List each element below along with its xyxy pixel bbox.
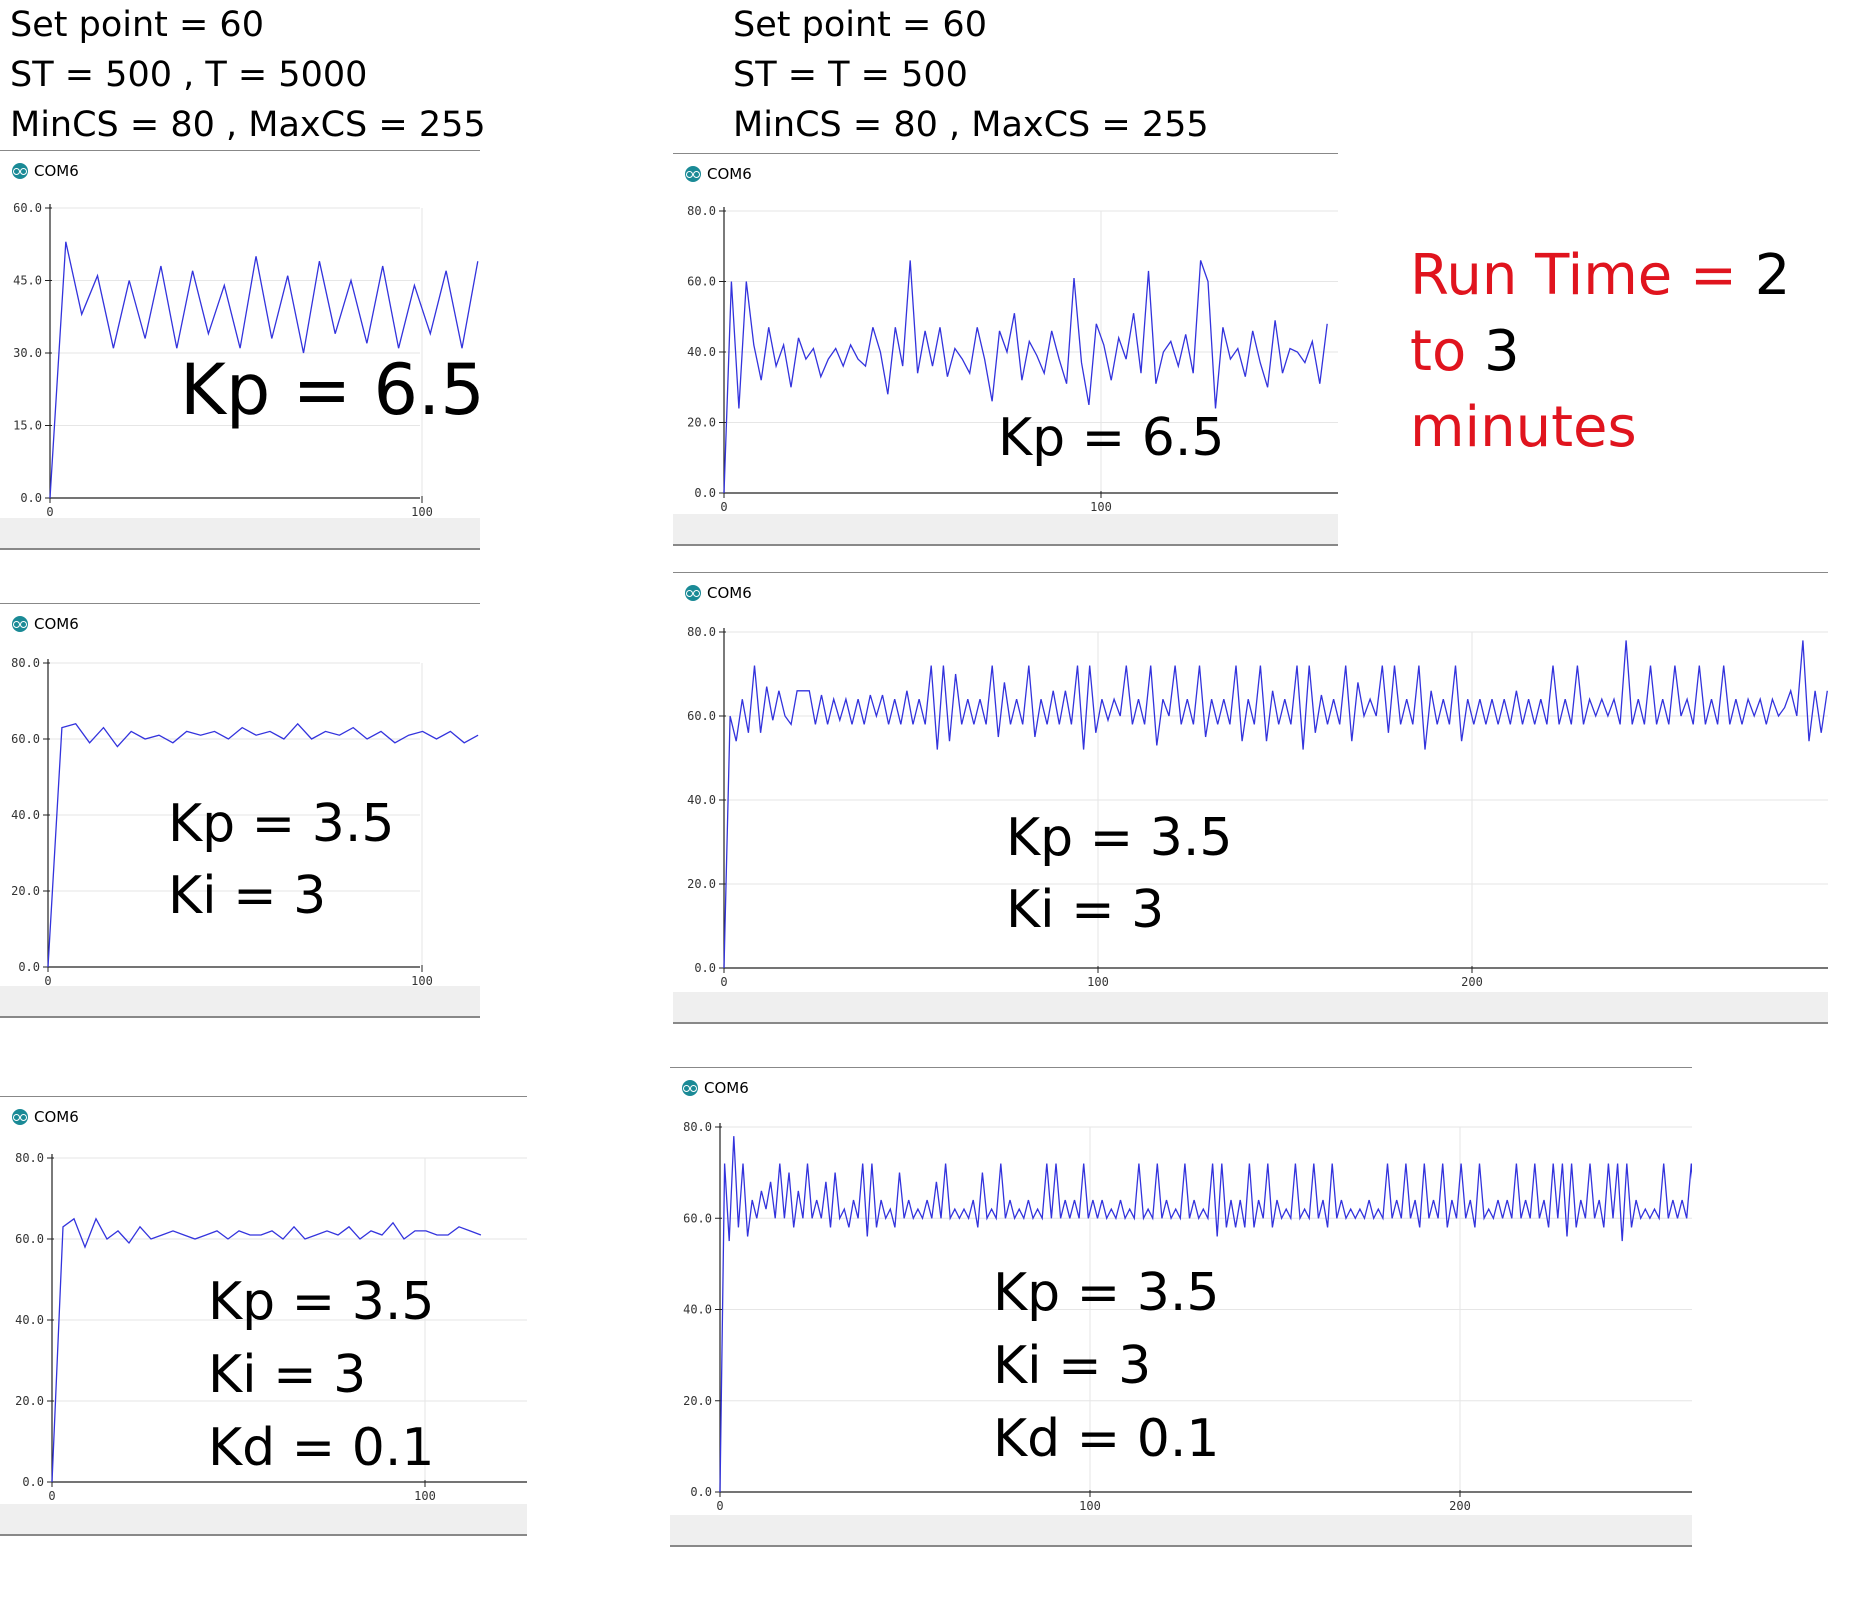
- run-time-prefix: Run Time =: [1410, 243, 1755, 308]
- right-header-line-2: ST = T = 500: [733, 55, 968, 95]
- y-tick-label: 0.0: [18, 960, 40, 974]
- y-tick-label: 60.0: [15, 1232, 44, 1246]
- y-tick-label: 20.0: [687, 877, 716, 891]
- gain-label: Kd = 0.1: [993, 1409, 1220, 1469]
- y-tick-label: 60.0: [11, 732, 40, 746]
- x-tick-label: 0: [46, 505, 53, 519]
- y-tick-label: 40.0: [683, 1303, 712, 1317]
- gain-label: Ki = 3: [993, 1336, 1152, 1396]
- y-tick-label: 0.0: [694, 486, 716, 500]
- line-chart: 0.0 20.0 40.0 60.0 80.0 0 100 200: [687, 625, 1828, 989]
- x-tick-label: 200: [1449, 1499, 1471, 1513]
- plot-panel-right-1: COM6 0.0 20.0 40.0 60.0 80.0 0 100 Kp = 6.5: [673, 153, 1338, 546]
- y-tick-label: 80.0: [15, 1151, 44, 1165]
- gain-label: Kp = 3.5: [208, 1272, 435, 1332]
- x-tick-label: 0: [44, 974, 51, 988]
- x-tick-label: 200: [1461, 975, 1483, 989]
- plot-panel-right-2: COM6 0.0 20.0 40.0 60.0 80.0 0 100 200 Kp = 3.5 Ki…: [673, 572, 1828, 1024]
- gain-label: Kp = 6.5: [180, 349, 480, 431]
- run-time-annotation: Run Time = 2 to 3 minutes: [1410, 238, 1860, 466]
- plot-panel-left-3: COM6 0.0 20.0 40.0 60.0 80.0 0 100 Kp = 3.5 Ki = …: [0, 1096, 527, 1536]
- run-time-to: 3: [1484, 319, 1520, 384]
- x-tick-label: 100: [411, 974, 433, 988]
- x-tick-label: 100: [411, 505, 433, 519]
- y-tick-label: 60.0: [683, 1211, 712, 1225]
- run-time-from: 2: [1754, 243, 1791, 308]
- y-tick-label: 40.0: [11, 808, 40, 822]
- y-tick-label: 0.0: [690, 1485, 712, 1499]
- y-tick-label: 80.0: [683, 1120, 712, 1134]
- y-tick-label: 60.0: [687, 275, 716, 289]
- right-header-line-1: Set point = 60: [733, 5, 987, 45]
- x-tick-label: 100: [1090, 500, 1112, 514]
- left-header-line-2: ST = 500 , T = 5000: [10, 55, 368, 95]
- y-tick-label: 60.0: [687, 709, 716, 723]
- plot-panel-left-2: COM6 0.0 20.0 40.0 60.0 80.0 0 100 Kp = 3.5 Ki = …: [0, 603, 480, 1018]
- right-header-line-3: MinCS = 80 , MaxCS = 255: [733, 105, 1209, 145]
- gain-label: Kp = 3.5: [168, 794, 395, 854]
- plot-panel-right-3: COM6 0.0 20.0 40.0 60.0 80.0 0 100 200 Kp = 3.5 Ki…: [670, 1067, 1692, 1547]
- y-tick-label: 30.0: [13, 346, 42, 360]
- left-header-line-1: Set point = 60: [10, 5, 264, 45]
- gain-label: Kd = 0.1: [208, 1418, 435, 1478]
- x-tick-label: 0: [48, 1489, 55, 1503]
- x-tick-label: 100: [414, 1489, 436, 1503]
- y-tick-label: 40.0: [687, 345, 716, 359]
- gain-label: Ki = 3: [1006, 880, 1165, 940]
- run-time-suffix: minutes: [1410, 395, 1637, 460]
- y-tick-label: 20.0: [15, 1394, 44, 1408]
- y-tick-label: 60.0: [13, 201, 42, 215]
- x-tick-label: 0: [720, 975, 727, 989]
- gain-label: Kp = 3.5: [1006, 808, 1233, 868]
- x-tick-label: 0: [720, 500, 727, 514]
- gain-label: Kp = 6.5: [998, 408, 1225, 468]
- data-series-line: [723, 640, 1828, 969]
- line-chart: 0.0 20.0 40.0 60.0 80.0 0 100: [687, 204, 1338, 514]
- run-time-mid: to: [1410, 319, 1485, 384]
- gain-label: Kp = 3.5: [993, 1263, 1220, 1323]
- y-tick-label: 20.0: [687, 416, 716, 430]
- x-tick-label: 100: [1087, 975, 1109, 989]
- left-header-line-3: MinCS = 80 , MaxCS = 255: [10, 105, 486, 145]
- y-tick-label: 0.0: [694, 961, 716, 975]
- y-tick-label: 40.0: [687, 793, 716, 807]
- plot-panel-left-1: COM6 0.0 15.0 30.0 45.0 60.0 0 100 Kp = 6.5: [0, 150, 480, 550]
- y-tick-label: 20.0: [11, 884, 40, 898]
- y-tick-label: 40.0: [15, 1313, 44, 1327]
- y-tick-label: 80.0: [11, 656, 40, 670]
- y-tick-label: 0.0: [22, 1475, 44, 1489]
- y-tick-label: 20.0: [683, 1394, 712, 1408]
- x-tick-label: 100: [1079, 1499, 1101, 1513]
- y-tick-label: 0.0: [20, 491, 42, 505]
- y-tick-label: 80.0: [687, 204, 716, 218]
- left-header: Set point = 60 ST = 500 , T = 5000 MinCS…: [10, 0, 486, 150]
- y-tick-label: 15.0: [13, 419, 42, 433]
- gain-label: Ki = 3: [208, 1345, 367, 1405]
- y-tick-label: 80.0: [687, 625, 716, 639]
- right-header: Set point = 60 ST = T = 500 MinCS = 80 ,…: [733, 0, 1209, 150]
- x-tick-label: 0: [716, 1499, 723, 1513]
- y-tick-label: 45.0: [13, 274, 42, 288]
- gain-label: Ki = 3: [168, 866, 327, 926]
